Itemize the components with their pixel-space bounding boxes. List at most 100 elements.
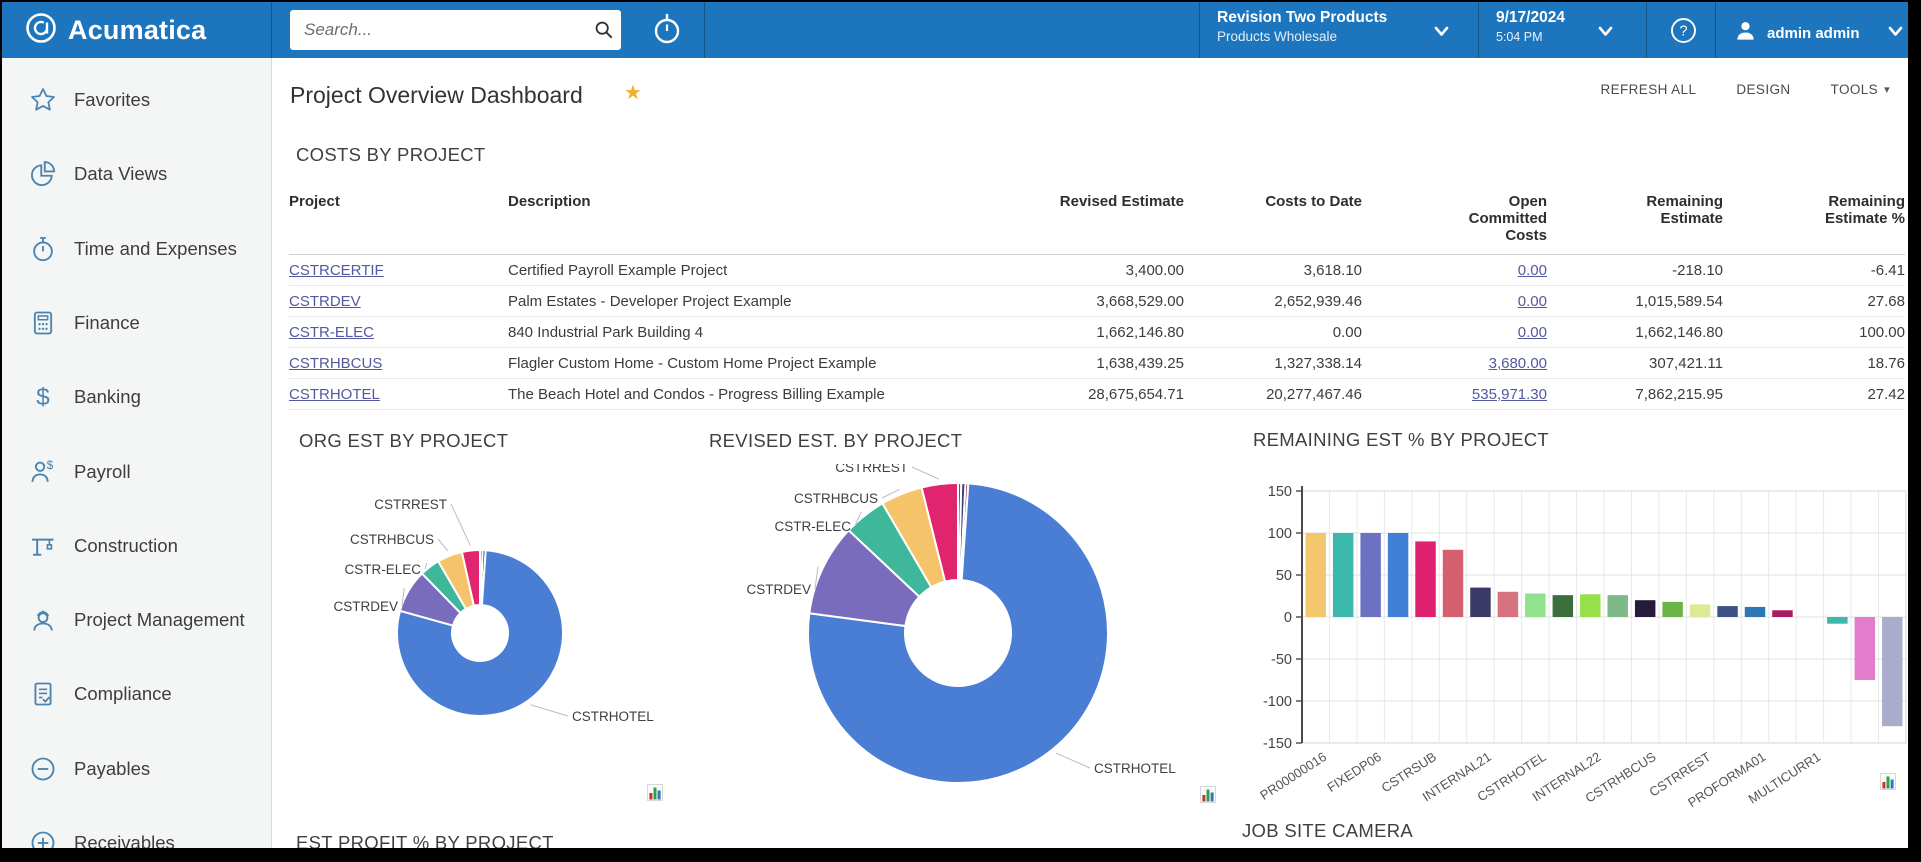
remaining-estimate-pct-value: 18.76 bbox=[1723, 348, 1905, 379]
bar bbox=[1690, 604, 1710, 617]
sidebar-item-favorites[interactable]: Favorites bbox=[2, 63, 272, 137]
sidebar-item-construction[interactable]: Construction bbox=[2, 509, 272, 583]
remaining-estimate-pct-value: -6.41 bbox=[1723, 255, 1905, 286]
pie-slice-label: CSTRHOTEL bbox=[1094, 761, 1176, 776]
project-link[interactable]: CSTRCERTIF bbox=[289, 262, 384, 279]
project-link[interactable]: CSTRHOTEL bbox=[289, 386, 380, 403]
table-row: CSTRCERTIF Certified Payroll Example Proj… bbox=[289, 255, 1905, 286]
open-committed-link[interactable]: 0.00 bbox=[1518, 293, 1547, 310]
brand-logo[interactable]: Acumatica bbox=[2, 2, 272, 58]
column-header-costs-to-date[interactable]: Costs to Date bbox=[1184, 191, 1362, 255]
pie-chart-icon bbox=[28, 159, 58, 189]
business-date-menu[interactable]: 9/17/2024 5:04 PM bbox=[1496, 9, 1636, 44]
bar bbox=[1745, 607, 1765, 617]
y-axis-tick-label: 150 bbox=[1268, 484, 1292, 500]
column-header-remaining-estimate-[interactable]: Remaining Estimate % bbox=[1723, 191, 1905, 255]
column-header-project[interactable]: Project bbox=[289, 191, 508, 255]
project-description: Certified Payroll Example Project bbox=[508, 255, 1008, 286]
bar bbox=[1306, 533, 1326, 617]
sidebar-item-payroll[interactable]: $Payroll bbox=[2, 435, 272, 509]
column-header-revised-estimate[interactable]: Revised Estimate bbox=[1008, 191, 1184, 255]
column-header-description[interactable]: Description bbox=[508, 191, 1008, 255]
sidebar-item-receivables[interactable]: Receivables bbox=[2, 806, 272, 848]
sidebar-item-data-views[interactable]: Data Views bbox=[2, 137, 272, 211]
bar bbox=[1635, 600, 1655, 617]
company-menu[interactable]: Revision Two Products Products Wholesale bbox=[1217, 9, 1469, 44]
remaining-estimate-value: 307,421.11 bbox=[1547, 348, 1723, 379]
plus-circle-icon bbox=[28, 828, 58, 848]
pie-slice-label: CSTRDEV bbox=[746, 582, 811, 597]
chart-type-icon[interactable] bbox=[647, 784, 663, 801]
user-menu[interactable]: admin admin bbox=[1734, 19, 1860, 47]
remaining-est-chart-title: REMAINING EST % BY PROJECT bbox=[1253, 429, 1549, 451]
remaining-est-bar-chart: 150100500-50-100-150PR00000016FIXEDP06CS… bbox=[1242, 457, 1908, 848]
search-icon[interactable] bbox=[587, 20, 621, 40]
table-header: ProjectDescriptionRevised EstimateCosts … bbox=[289, 191, 1905, 255]
remaining-estimate-pct-value: 100.00 bbox=[1723, 317, 1905, 348]
minus-circle-icon bbox=[28, 754, 58, 784]
costs-widget-title: COSTS BY PROJECT bbox=[296, 144, 486, 166]
pie-slice-label: CSTRREST bbox=[374, 497, 447, 512]
sidebar-item-banking[interactable]: $Banking bbox=[2, 360, 272, 434]
clock-icon[interactable] bbox=[652, 11, 682, 52]
sidebar-item-project-management[interactable]: Project Management bbox=[2, 583, 272, 657]
job-site-camera-widget-title: JOB SITE CAMERA bbox=[1242, 820, 1413, 842]
bar bbox=[1525, 593, 1545, 617]
refresh-all-button[interactable]: REFRESH ALL bbox=[1600, 82, 1696, 97]
bar bbox=[1827, 617, 1847, 624]
costs-to-date-value: 2,652,939.46 bbox=[1184, 286, 1362, 317]
bar bbox=[1443, 550, 1463, 617]
column-header-remaining-estimate[interactable]: Remaining Estimate bbox=[1547, 191, 1723, 255]
chevron-down-icon[interactable] bbox=[1888, 24, 1903, 42]
y-axis-tick-label: 100 bbox=[1268, 526, 1292, 542]
remaining-estimate-value: 1,662,146.80 bbox=[1547, 317, 1723, 348]
open-committed-link[interactable]: 0.00 bbox=[1518, 324, 1547, 341]
revised-est-donut-chart: CSTRHOTELCSTRDEVCSTR-ELECCSTRHBCUSCSTRRE… bbox=[702, 464, 1222, 826]
company-name: Revision Two Products bbox=[1217, 9, 1469, 27]
bar bbox=[1662, 602, 1682, 617]
open-committed-link[interactable]: 3,680.00 bbox=[1489, 355, 1547, 372]
open-committed-link[interactable]: 535,971.30 bbox=[1472, 386, 1547, 403]
pie-slice-label: CSTRHBCUS bbox=[350, 532, 434, 547]
costs-to-date-value: 20,277,467.46 bbox=[1184, 379, 1362, 410]
remaining-estimate-pct-value: 27.68 bbox=[1723, 286, 1905, 317]
costs-by-project-table: ProjectDescriptionRevised EstimateCosts … bbox=[289, 191, 1905, 410]
project-link[interactable]: CSTR-ELEC bbox=[289, 324, 374, 341]
tools-button[interactable]: TOOLS▾ bbox=[1831, 82, 1890, 97]
page-title: Project Overview Dashboard bbox=[290, 82, 583, 109]
payroll-icon: $ bbox=[28, 457, 58, 487]
sidebar-item-payables[interactable]: Payables bbox=[2, 732, 272, 806]
favorite-star-icon[interactable]: ★ bbox=[624, 80, 642, 105]
chevron-down-icon[interactable] bbox=[1598, 24, 1613, 42]
sidebar-item-time-and-expenses[interactable]: Time and Expenses bbox=[2, 212, 272, 286]
y-axis-tick-label: -150 bbox=[1263, 736, 1292, 752]
project-link[interactable]: CSTRHBCUS bbox=[289, 355, 382, 372]
worker-icon bbox=[28, 605, 58, 635]
table-row: CSTRHOTELThe Beach Hotel and Condos - Pr… bbox=[289, 379, 1905, 410]
bar bbox=[1415, 541, 1435, 617]
project-link[interactable]: CSTRDEV bbox=[289, 293, 361, 310]
bar bbox=[1553, 595, 1573, 617]
chart-type-icon[interactable] bbox=[1880, 773, 1896, 790]
sidebar-item-compliance[interactable]: Compliance bbox=[2, 657, 272, 731]
sidebar-item-finance[interactable]: Finance bbox=[2, 286, 272, 360]
costs-to-date-value: 3,618.10 bbox=[1184, 255, 1362, 286]
chevron-down-icon[interactable] bbox=[1434, 24, 1449, 42]
svg-text:?: ? bbox=[1679, 24, 1687, 40]
dollar-icon: $ bbox=[28, 382, 58, 412]
top-bar: Acumatica Revision Two Products Products… bbox=[2, 2, 1908, 58]
project-description: Flagler Custom Home - Custom Home Projec… bbox=[508, 348, 1008, 379]
table-row: CSTRHBCUS Flagler Custom Home - Custom Ho… bbox=[289, 348, 1905, 379]
y-axis-tick-label: 50 bbox=[1276, 568, 1292, 584]
y-axis-tick-label: -50 bbox=[1271, 652, 1292, 668]
main-content: Project Overview Dashboard ★ REFRESH ALL… bbox=[272, 58, 1908, 848]
help-icon[interactable]: ? bbox=[1670, 17, 1697, 49]
company-branch: Products Wholesale bbox=[1217, 29, 1469, 44]
search-input[interactable] bbox=[290, 10, 587, 50]
chart-type-icon[interactable] bbox=[1200, 786, 1216, 803]
pie-slice-label: CSTRREST bbox=[835, 464, 908, 475]
column-header-open-committed-costs[interactable]: Open Committed Costs bbox=[1362, 191, 1547, 255]
open-committed-link[interactable]: 0.00 bbox=[1518, 262, 1547, 279]
org-est-chart-title: ORG EST BY PROJECT bbox=[299, 430, 508, 452]
design-button[interactable]: DESIGN bbox=[1736, 82, 1790, 97]
